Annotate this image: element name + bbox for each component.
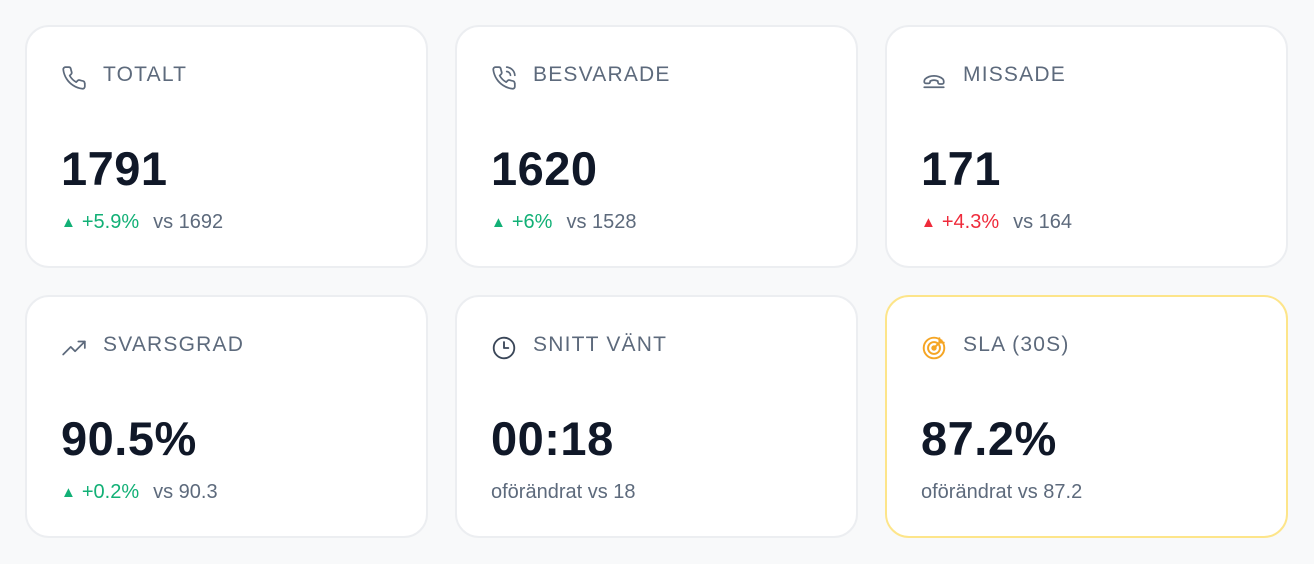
up-triangle-icon: ▲ (491, 214, 506, 231)
card-delta: oförändrat vs 18 (491, 481, 636, 504)
change-percent: +0.2% (81, 481, 140, 503)
card-delta: ▲ +5.9% vs 1692 (61, 211, 223, 234)
stat-card-sla: SLA (30S) 87.2% oförändrat vs 87.2 (885, 295, 1288, 538)
card-value: 171 (921, 142, 1001, 195)
card-delta: ▲ +4.3% vs 164 (921, 211, 1072, 234)
card-value: 00:18 (491, 412, 614, 465)
card-label: SVARSGRAD (103, 333, 245, 356)
card-value: 90.5% (61, 412, 197, 465)
change-percent: +5.9% (81, 211, 140, 233)
card-label: SNITT VÄNT (533, 333, 668, 356)
change-percent: +4.3% (941, 211, 1000, 233)
card-label: TOTALT (103, 63, 188, 86)
phone-hangup-icon (921, 65, 947, 91)
card-delta: oförändrat vs 87.2 (921, 481, 1082, 504)
card-label: SLA (30S) (963, 333, 1070, 356)
stat-card-svarsgrad: SVARSGRAD 90.5% ▲ +0.2% vs 90.3 (25, 295, 428, 538)
card-value: 87.2% (921, 412, 1057, 465)
target-icon (921, 335, 947, 361)
comparison-text: vs 1692 (153, 211, 224, 233)
card-value: 1791 (61, 142, 168, 195)
stat-card-besvarade: BESVARADE 1620 ▲ +6% vs 1528 (455, 25, 858, 268)
trending-up-icon (61, 335, 87, 361)
card-delta: ▲ +6% vs 1528 (491, 211, 637, 234)
comparison-text: vs 90.3 (153, 481, 218, 503)
clock-icon (491, 335, 517, 361)
unchanged-text: oförändrat vs 87.2 (921, 481, 1083, 503)
up-triangle-icon: ▲ (921, 214, 936, 231)
change-percent: +6% (511, 211, 553, 233)
comparison-text: vs 1528 (566, 211, 637, 233)
comparison-text: vs 164 (1013, 211, 1073, 233)
up-triangle-icon: ▲ (61, 484, 76, 501)
unchanged-text: oförändrat vs 18 (491, 481, 636, 503)
card-value: 1620 (491, 142, 598, 195)
up-triangle-icon: ▲ (61, 214, 76, 231)
card-label: BESVARADE (533, 63, 671, 86)
phone-icon (61, 65, 87, 91)
stat-card-totalt: TOTALT 1791 ▲ +5.9% vs 1692 (25, 25, 428, 268)
stat-card-snitt-vant: SNITT VÄNT 00:18 oförändrat vs 18 (455, 295, 858, 538)
stat-card-missade: MISSADE 171 ▲ +4.3% vs 164 (885, 25, 1288, 268)
phone-incoming-icon (491, 65, 517, 91)
card-label: MISSADE (963, 63, 1066, 86)
card-delta: ▲ +0.2% vs 90.3 (61, 481, 218, 504)
